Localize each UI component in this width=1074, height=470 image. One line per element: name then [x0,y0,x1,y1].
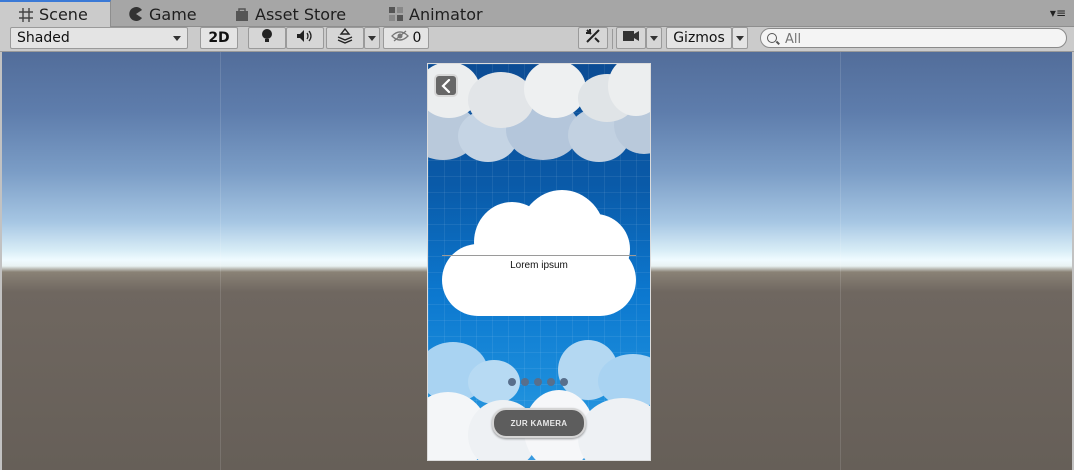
back-button[interactable] [434,74,458,97]
zur-kamera-button[interactable]: ZUR KAMERA [492,408,586,438]
tab-animator[interactable]: Animator [388,2,483,26]
gizmos-dropdown[interactable] [732,27,748,49]
pacman-icon [128,6,144,22]
lorem-text: Lorem ipsum [510,260,568,271]
text-rect-outline [442,255,636,256]
tab-label: Animator [409,4,483,24]
chevron-left-icon [441,78,451,93]
page-indicator [508,378,568,386]
eye-slash-icon [390,30,409,46]
tab-label: Asset Store [255,4,347,24]
effects-toggle[interactable] [326,27,364,49]
gizmos-button[interactable]: Gizmos [666,27,732,49]
tab-asset-store[interactable]: Asset Store [234,2,346,26]
tab-menu-icon[interactable]: ▾≡ [1050,6,1066,20]
camera-settings-dropdown[interactable] [646,27,662,49]
chevron-down-icon [736,35,744,41]
video-camera-icon [622,30,640,46]
scene-toolbar: Shaded 2D 0 Gizmos All [0,27,1074,52]
gizmos-label: Gizmos [673,30,725,46]
toolbar-divider [612,29,613,49]
button-label: ZUR KAMERA [510,418,568,428]
mode-2d-toggle[interactable]: 2D [200,27,238,49]
tools-icon [584,27,602,49]
lighting-toggle[interactable] [248,27,286,49]
animator-icon [388,6,404,22]
page-dot[interactable] [534,378,542,386]
editor-tab-bar: Scene Game Asset Store Animator ▾≡ [0,0,1074,27]
chevron-down-icon [173,35,181,41]
speaker-icon [296,29,314,47]
page-dot[interactable] [560,378,568,386]
page-dot[interactable] [521,378,529,386]
tools-toggle[interactable] [578,27,608,49]
store-bag-icon [234,6,250,22]
chevron-down-icon [650,35,658,41]
tab-label: Scene [39,5,88,24]
effects-layers-icon [336,27,354,48]
mode-2d-label: 2D [208,30,230,46]
tab-label: Game [149,4,197,24]
tab-game[interactable]: Game [128,2,197,26]
search-input[interactable] [783,30,1057,48]
shading-mode-dropdown[interactable]: Shaded [10,27,188,49]
audio-toggle[interactable] [286,27,324,49]
effects-dropdown[interactable] [364,27,380,49]
search-icon [767,33,777,43]
grid-line [220,52,221,470]
tab-scene[interactable]: Scene [0,0,111,27]
page-dot[interactable] [508,378,516,386]
hidden-objects-toggle[interactable]: 0 [383,27,429,49]
ui-canvas[interactable]: Lorem ipsum ZUR KAMERA [427,63,651,461]
page-dot[interactable] [547,378,555,386]
lightbulb-icon [260,28,274,48]
scene-search[interactable] [760,28,1067,48]
hidden-count: 0 [412,30,422,46]
grid-icon [18,7,34,23]
camera-settings-button[interactable] [616,27,646,49]
grid-line [840,52,841,470]
chevron-down-icon [368,35,376,41]
scene-viewport[interactable]: Lorem ipsum ZUR KAMERA [2,52,1072,470]
shading-mode-label: Shaded [17,30,70,46]
